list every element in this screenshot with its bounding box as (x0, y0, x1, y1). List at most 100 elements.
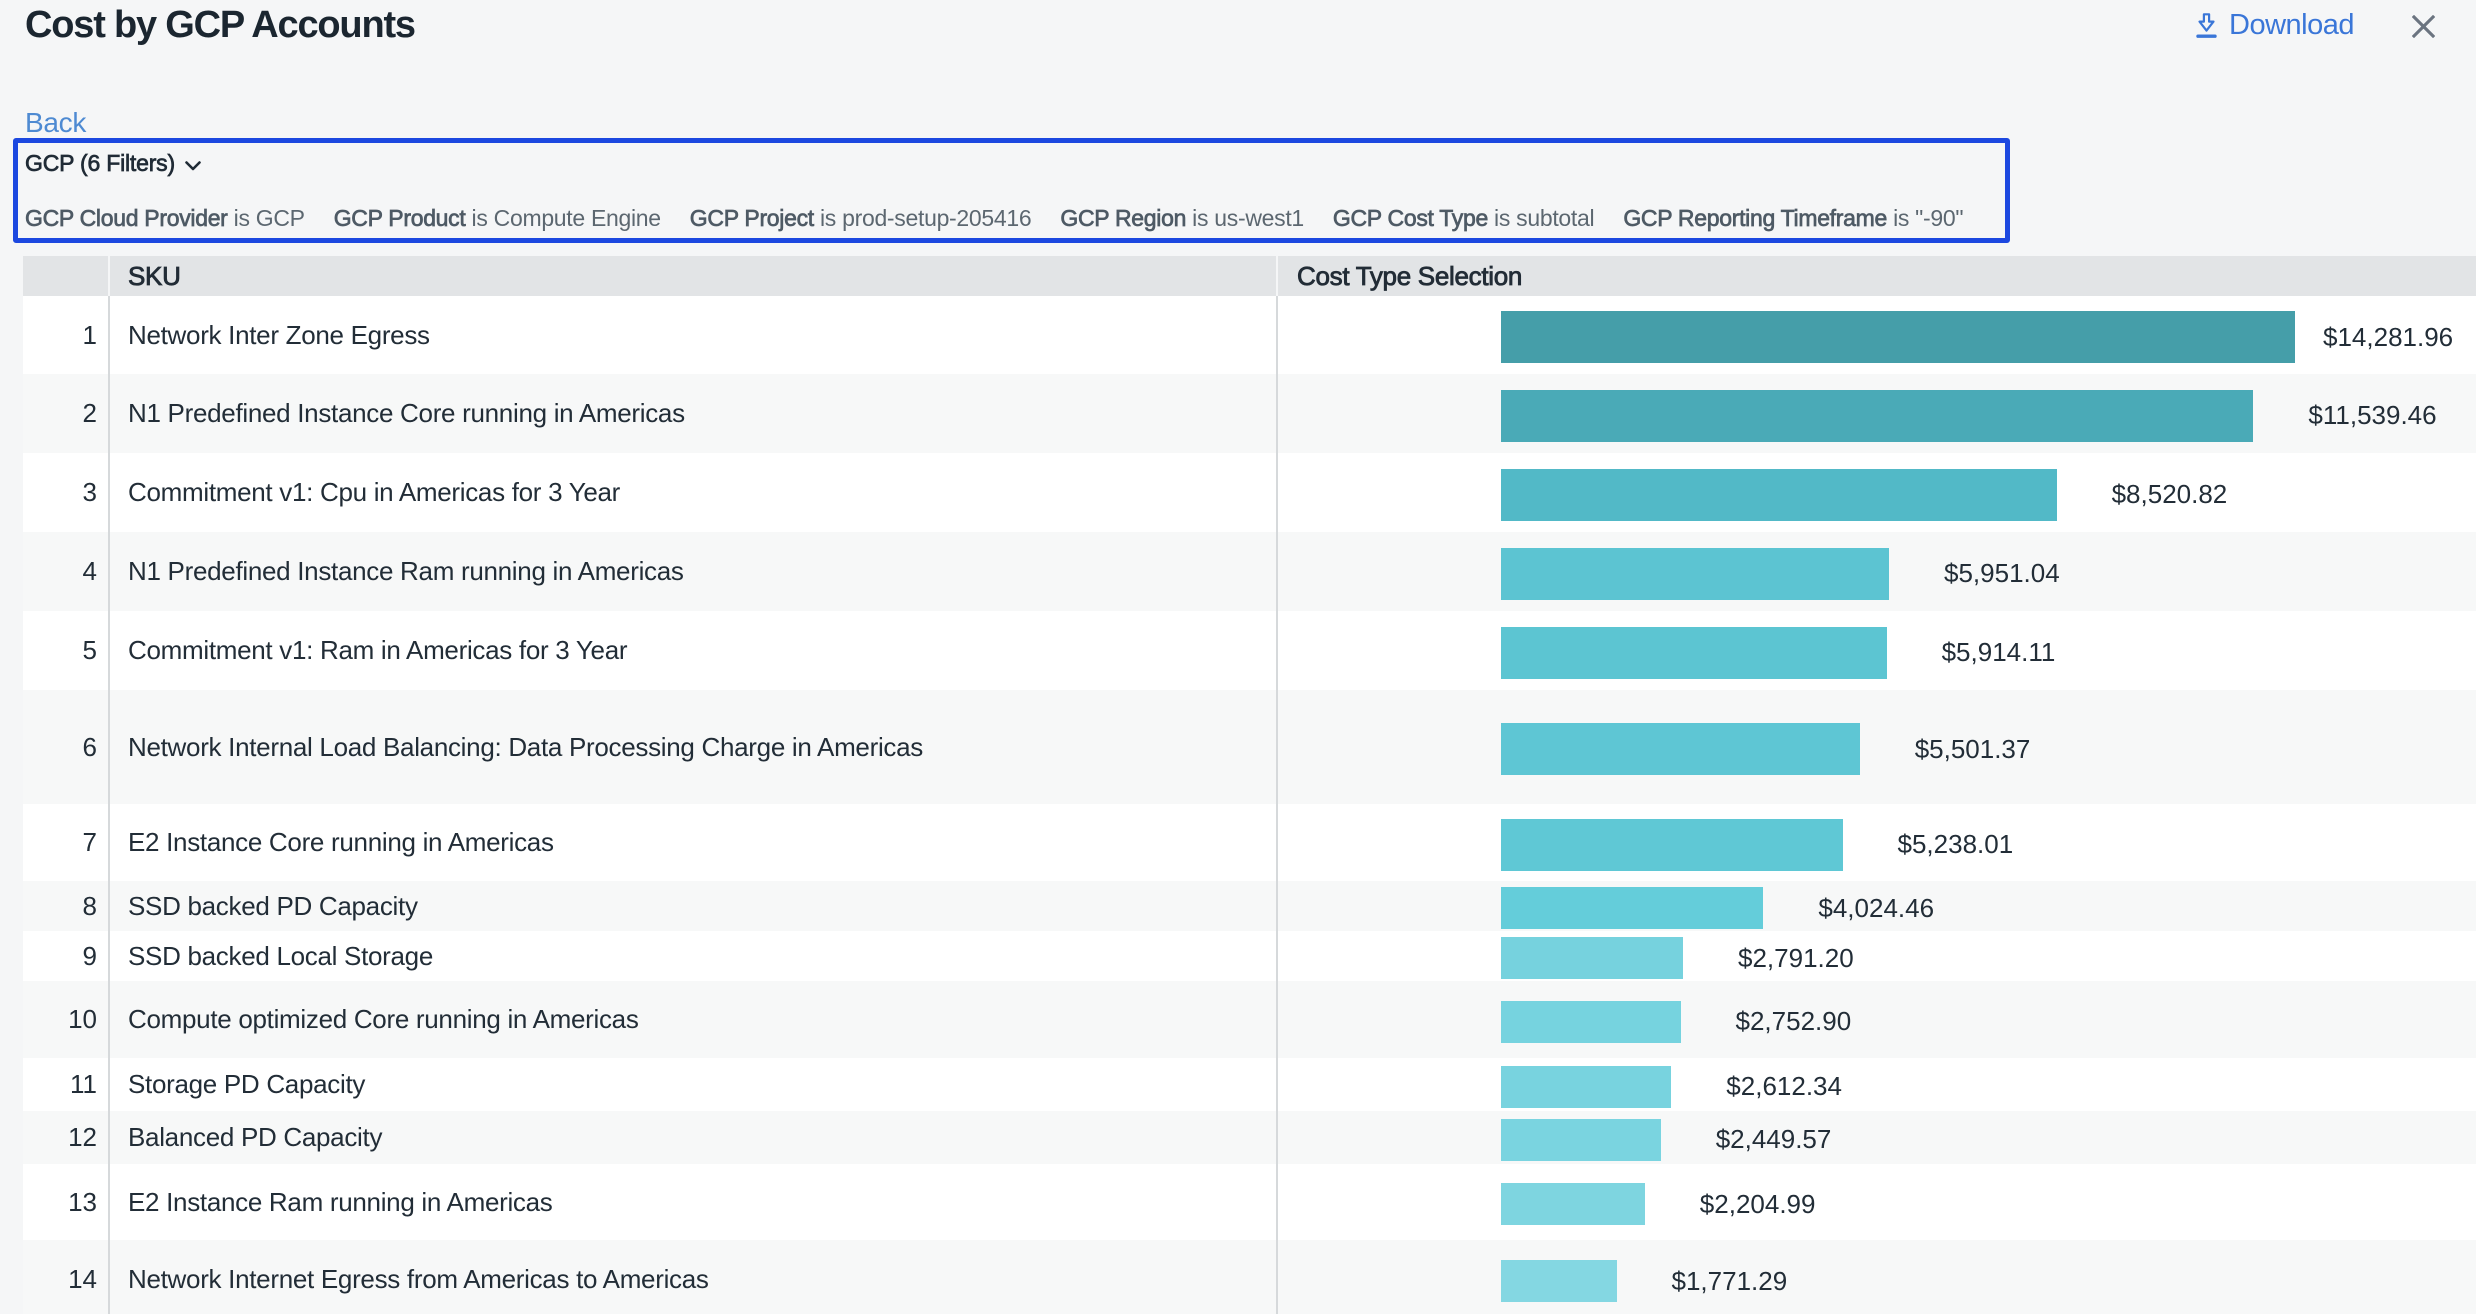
header-cell-index (23, 256, 110, 296)
table-row: 9SSD backed Local Storage$2,791.20 (23, 931, 2476, 981)
cost-bar[interactable] (1501, 1066, 1671, 1108)
table-body: 1Network Inter Zone Egress $14,281.96 2N1 … (23, 296, 2476, 1314)
download-icon (2196, 13, 2217, 38)
sku-name: Commitment v1: Cpu in Americas for 3 Yea… (110, 453, 1278, 532)
filter-item: GCP Cloud Provider is GCP (25, 205, 305, 232)
cost-bar-cell: $14,281.96 (1278, 296, 2476, 374)
header-actions: Download (2196, 9, 2435, 42)
filter-condition: is Compute Engine (465, 205, 660, 231)
row-number: 7 (23, 804, 110, 881)
cost-bar[interactable] (1501, 1183, 1645, 1225)
cost-value-label: $5,914.11 (1942, 637, 2056, 668)
cost-bar-cell: $2,204.99 (1278, 1164, 2476, 1240)
filter-summary-toggle[interactable]: GCP (6 Filters) (25, 150, 2005, 177)
cost-bar[interactable] (1501, 723, 1860, 775)
page-title: Cost by GCP Accounts (25, 4, 415, 47)
sku-name: E2 Instance Ram running in Americas (110, 1164, 1278, 1240)
cost-bar[interactable] (1501, 548, 1889, 600)
table-row: 13E2 Instance Ram running in Americas $2,… (23, 1164, 2476, 1240)
filter-item: GCP Product is Compute Engine (334, 205, 661, 232)
filter-item: GCP Project is prod-setup-205416 (690, 205, 1032, 232)
filter-name: GCP Reporting Timeframe (1623, 205, 1887, 231)
cost-value-label: $8,520.82 (2112, 479, 2228, 510)
table-row: 14Network Internet Egress from Americas … (23, 1240, 2476, 1314)
filter-name: GCP Cost Type (1333, 205, 1488, 231)
cost-bar[interactable] (1501, 937, 1683, 979)
chevron-down-icon (185, 161, 201, 171)
table-row: 2N1 Predefined Instance Core running in … (23, 374, 2476, 453)
row-number: 6 (23, 690, 110, 804)
cost-value-label: $4,024.46 (1818, 893, 1934, 924)
sku-name: SSD backed PD Capacity (110, 881, 1278, 931)
cost-bar-cell: $2,791.20 (1278, 931, 2476, 981)
back-link[interactable]: Back (25, 107, 86, 139)
table-row: 11Storage PD Capacity$2,612.34 (23, 1058, 2476, 1111)
sku-name: N1 Predefined Instance Ram running in Am… (110, 532, 1278, 611)
cost-bar-cell: $11,539.46 (1278, 374, 2476, 453)
close-icon (2412, 15, 2435, 38)
cost-bar-cell: $8,520.82 (1278, 453, 2476, 532)
filter-name: GCP Product (334, 205, 466, 231)
filter-condition: is GCP (228, 205, 305, 231)
filter-condition: is subtotal (1488, 205, 1594, 231)
cost-bar[interactable] (1501, 819, 1843, 871)
cost-value-label: $11,539.46 (2308, 400, 2436, 431)
cost-bar[interactable] (1501, 1001, 1681, 1043)
table-row: 12Balanced PD Capacity $2,449.57 (23, 1111, 2476, 1164)
row-number: 4 (23, 532, 110, 611)
cost-bar-cell: $2,752.90 (1278, 981, 2476, 1058)
table-row: 7E2 Instance Core running in Americas $5,… (23, 804, 2476, 881)
table-row: 3Commitment v1: Cpu in Americas for 3 Ye… (23, 453, 2476, 532)
cost-bar-cell: $1,771.29 (1278, 1240, 2476, 1314)
cost-bar[interactable] (1501, 311, 2295, 363)
sku-name: Balanced PD Capacity (110, 1111, 1278, 1164)
table-row: 6Network Internal Load Balancing: Data P… (23, 690, 2476, 804)
cost-value-label: $2,204.99 (1700, 1189, 1816, 1220)
cost-report-modal: Cost by GCP Accounts Download Back GCP (… (0, 0, 2476, 1314)
cost-bar-cell: $2,449.57 (1278, 1111, 2476, 1164)
cost-bar-cell: $2,612.34 (1278, 1058, 2476, 1111)
filter-item: GCP Cost Type is subtotal (1333, 205, 1594, 232)
sku-name: SSD backed Local Storage (110, 931, 1278, 981)
filter-condition: is prod-setup-205416 (814, 205, 1031, 231)
cost-bar-cell: $5,238.01 (1278, 804, 2476, 881)
cost-value-label: $2,791.20 (1738, 943, 1854, 974)
sku-name: E2 Instance Core running in Americas (110, 804, 1278, 881)
download-button[interactable]: Download (2196, 9, 2354, 42)
cost-bar[interactable] (1501, 627, 1887, 679)
cost-bar[interactable] (1501, 469, 2057, 521)
filter-condition: is us-west1 (1186, 205, 1304, 231)
sku-name: Network Internet Egress from Americas to… (110, 1240, 1278, 1314)
cost-bar[interactable] (1501, 1260, 1617, 1302)
cost-bar[interactable] (1501, 887, 1763, 929)
row-number: 12 (23, 1111, 110, 1164)
cost-value-label: $5,238.01 (1898, 829, 2014, 860)
cost-bar-cell: $5,914.11 (1278, 611, 2476, 690)
close-button[interactable] (2412, 14, 2435, 38)
sku-name: Network Inter Zone Egress (110, 296, 1278, 374)
filter-list: GCP Cloud Provider is GCP GCP Product is … (25, 205, 2005, 232)
cost-bar[interactable] (1501, 1119, 1661, 1161)
cost-value-label: $2,752.90 (1736, 1006, 1852, 1037)
sku-name: Commitment v1: Ram in Americas for 3 Yea… (110, 611, 1278, 690)
filter-name: GCP Project (690, 205, 814, 231)
cost-bar[interactable] (1501, 390, 2253, 442)
cost-value-label: $2,449.57 (1716, 1124, 1832, 1155)
filter-item: GCP Reporting Timeframe is "-90" (1623, 205, 1963, 232)
row-number: 1 (23, 296, 110, 374)
row-number: 8 (23, 881, 110, 931)
cost-value-label: $2,612.34 (1726, 1071, 1842, 1102)
header-cell-cost-type: Cost Type Selection (1278, 256, 2476, 296)
filter-name: GCP Region (1060, 205, 1186, 231)
cost-value-label: $5,501.37 (1915, 734, 2031, 765)
filter-summary-label: GCP (6 Filters) (25, 150, 175, 177)
row-number: 13 (23, 1164, 110, 1240)
row-number: 2 (23, 374, 110, 453)
sku-name: Compute optimized Core running in Americ… (110, 981, 1278, 1058)
cost-bar-cell: $5,501.37 (1278, 690, 2476, 804)
cost-value-label: $14,281.96 (2323, 322, 2453, 353)
row-number: 14 (23, 1240, 110, 1314)
filter-condition: is "-90" (1887, 205, 1963, 231)
sku-name: Storage PD Capacity (110, 1058, 1278, 1111)
row-number: 5 (23, 611, 110, 690)
